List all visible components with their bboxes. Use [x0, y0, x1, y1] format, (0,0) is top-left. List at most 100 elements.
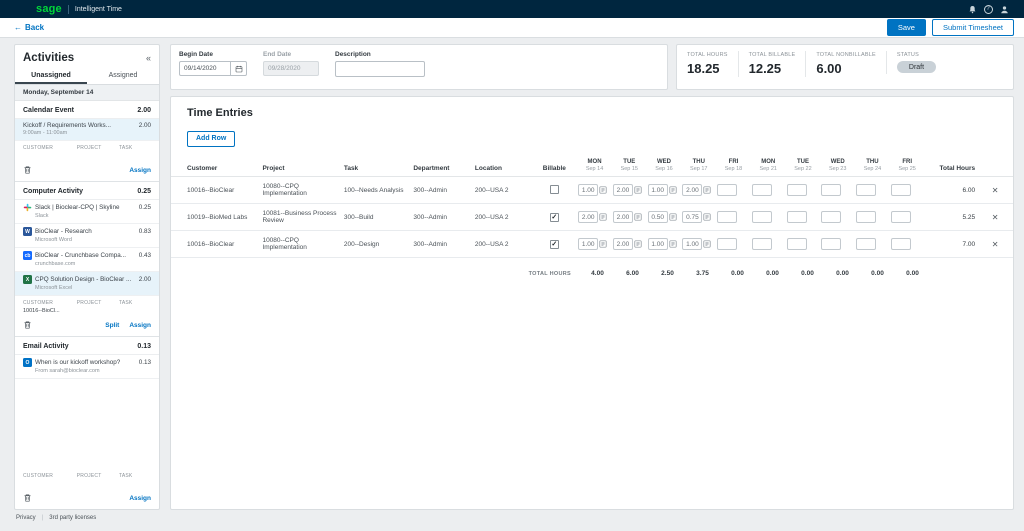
hours-input[interactable] — [578, 238, 599, 251]
calendar-button[interactable] — [231, 61, 247, 76]
hours-input[interactable] — [647, 184, 668, 197]
user-profile-icon[interactable] — [996, 2, 1012, 16]
column-header-customer: Customer — [187, 165, 218, 173]
cell-project: 10080--CPQ Implementation — [262, 237, 307, 252]
end-date-input — [263, 61, 319, 76]
hours-input[interactable] — [717, 238, 738, 251]
hours-input[interactable] — [890, 184, 911, 197]
footer-separator: | — [41, 515, 44, 521]
hours-input[interactable] — [647, 211, 668, 224]
billable-checkbox[interactable]: ✓ — [549, 184, 559, 194]
note-icon[interactable] — [703, 240, 711, 248]
activity-item[interactable]: Kickoff / Requirements Works... 2.00 9:0… — [15, 119, 159, 141]
stat-total-nonbillable: TOTAL NONBILLABLE 6.00 — [805, 51, 886, 77]
delete-row-button[interactable]: ✕ — [985, 186, 1005, 195]
note-icon[interactable] — [669, 240, 677, 248]
hours-input[interactable] — [578, 184, 599, 197]
description-input[interactable] — [335, 61, 425, 77]
third-party-licenses-link[interactable]: 3rd party licenses — [49, 515, 96, 521]
day-column-header: TUE Sep 22 — [794, 159, 812, 173]
cell-billable: ✓ — [536, 212, 578, 222]
hours-input[interactable] — [612, 184, 633, 197]
assign-link[interactable]: Assign — [129, 322, 151, 329]
activity-item[interactable]: cb BioClear - Crunchbase Compa... 0.43 c… — [15, 248, 159, 272]
hours-input[interactable] — [821, 211, 842, 224]
hours-input[interactable] — [578, 211, 599, 224]
note-icon[interactable] — [703, 186, 711, 194]
hours-input[interactable] — [682, 184, 703, 197]
submit-timesheet-button[interactable]: Submit Timesheet — [931, 19, 1014, 36]
add-row-button[interactable]: Add Row — [187, 131, 236, 148]
split-link[interactable]: Split — [105, 322, 119, 329]
cell-task: 300--Build — [343, 213, 374, 221]
tab-assigned[interactable]: Assigned — [87, 68, 159, 84]
privacy-link[interactable]: Privacy — [16, 515, 36, 521]
hours-input[interactable] — [856, 184, 877, 197]
note-icon[interactable] — [599, 186, 607, 194]
activity-item[interactable]: Slack | Bioclear-CPQ | Skyline 0.25 Slac… — [15, 200, 159, 224]
hours-input[interactable] — [751, 211, 772, 224]
note-icon[interactable] — [634, 186, 642, 194]
hours-input[interactable] — [856, 238, 877, 251]
notifications-bell-icon[interactable] — [964, 2, 980, 16]
activity-item[interactable]: W BioClear - Research 0.83 Microsoft Wor… — [15, 224, 159, 248]
assign-link[interactable]: Assign — [129, 167, 151, 174]
billable-checkbox[interactable]: ✓ — [549, 212, 559, 222]
hours-input[interactable] — [751, 238, 772, 251]
billable-checkbox[interactable]: ✓ — [549, 239, 559, 249]
trash-icon[interactable] — [23, 320, 32, 330]
assignment-fields: CUSTOMER PROJECT TASK — [23, 473, 133, 479]
assign-link[interactable]: Assign — [129, 495, 151, 502]
hours-input[interactable] — [682, 238, 703, 251]
hours-cell — [647, 211, 683, 224]
note-icon[interactable] — [634, 240, 642, 248]
note-icon[interactable] — [703, 213, 711, 221]
hours-input[interactable] — [612, 238, 633, 251]
hours-input[interactable] — [612, 211, 633, 224]
hours-input[interactable] — [751, 184, 772, 197]
cell-task: 200--Design — [343, 240, 380, 248]
note-icon[interactable] — [669, 213, 677, 221]
hours-input[interactable] — [821, 238, 842, 251]
delete-row-button[interactable]: ✕ — [985, 240, 1005, 249]
hours-input[interactable] — [717, 211, 738, 224]
day-total: 0.00 — [801, 270, 814, 278]
delete-row-button[interactable]: ✕ — [985, 213, 1005, 222]
totals-label: TOTAL HOURS — [528, 270, 571, 277]
help-icon[interactable]: ? — [980, 2, 996, 16]
trash-icon[interactable] — [23, 493, 32, 503]
hours-input[interactable] — [682, 211, 703, 224]
hours-input[interactable] — [890, 238, 911, 251]
hours-input[interactable] — [786, 211, 807, 224]
tab-unassigned[interactable]: Unassigned — [15, 68, 87, 84]
activity-item[interactable]: O When is our kickoff workshop? 0.13 Fro… — [15, 355, 159, 379]
stat-status: STATUS Draft — [885, 51, 946, 74]
back-label: Back — [25, 23, 45, 32]
day-total: 0.00 — [766, 270, 779, 278]
hours-input[interactable] — [856, 211, 877, 224]
collapse-panel-button[interactable]: « — [146, 53, 151, 63]
action-bar: ← Back Save Submit Timesheet — [0, 18, 1024, 38]
hours-input[interactable] — [890, 211, 911, 224]
hours-input[interactable] — [786, 184, 807, 197]
begin-date-input[interactable] — [179, 61, 231, 76]
activity-item[interactable]: X CPQ Solution Design - BioClear ... 2.0… — [15, 272, 159, 296]
hours-cell — [682, 238, 717, 251]
hours-input[interactable] — [821, 184, 842, 197]
save-button[interactable]: Save — [886, 19, 926, 36]
trash-icon[interactable] — [23, 165, 32, 175]
hours-input[interactable] — [786, 238, 807, 251]
hours-cell — [821, 238, 856, 251]
note-icon[interactable] — [599, 240, 607, 248]
cell-billable: ✓ — [536, 239, 578, 249]
note-icon[interactable] — [669, 186, 677, 194]
back-link[interactable]: ← Back — [14, 23, 44, 32]
hours-cell — [751, 238, 787, 251]
brand-divider — [67, 4, 69, 14]
hours-input[interactable] — [647, 238, 668, 251]
hours-cell — [821, 184, 856, 197]
hours-cell — [890, 238, 926, 251]
hours-input[interactable] — [717, 184, 738, 197]
note-icon[interactable] — [634, 213, 642, 221]
note-icon[interactable] — [599, 213, 607, 221]
